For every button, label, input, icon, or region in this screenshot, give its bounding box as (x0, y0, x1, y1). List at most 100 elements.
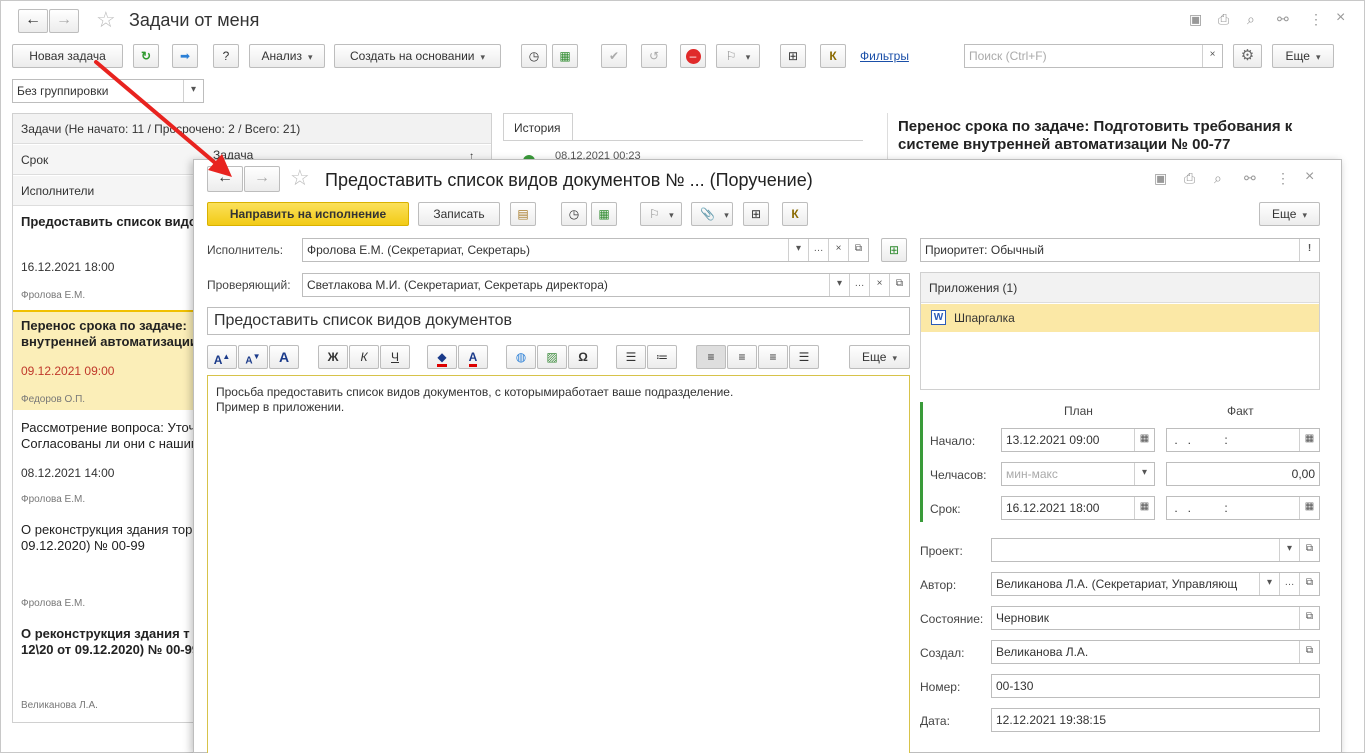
open-icon[interactable]: ⧉ (889, 274, 909, 296)
link-icon[interactable]: ⚯ (1244, 170, 1256, 187)
analysis-button[interactable]: Анализ (249, 44, 325, 68)
hours-fact-field[interactable]: 0,00 (1166, 462, 1320, 486)
tree-button[interactable]: ⊞ (780, 44, 806, 68)
font-increase-button[interactable]: A▲ (207, 345, 237, 369)
align-right-button[interactable]: ≡ (758, 345, 788, 369)
bullet-list-button[interactable]: ☰ (616, 345, 646, 369)
settings-button[interactable]: ⚙ (1233, 44, 1262, 68)
search-input[interactable]: Поиск (Ctrl+F) × (964, 44, 1223, 68)
refresh-button[interactable]: ↻ (133, 44, 159, 68)
chevron-down-icon[interactable]: ▾ (183, 80, 203, 102)
create-based-button[interactable]: Создать на основании (334, 44, 501, 68)
new-task-button[interactable]: Новая задача (12, 44, 123, 68)
execute-button[interactable]: ➡ (172, 44, 198, 68)
close-icon[interactable]: × (1305, 168, 1314, 186)
insert-symbol-button[interactable]: Ω (568, 345, 598, 369)
editor-more-button[interactable]: Еще (849, 345, 910, 369)
send-to-execution-button[interactable]: Направить на исполнение (207, 202, 409, 226)
list-item[interactable]: Рассмотрение вопроса: Уточнить Согласова… (13, 412, 195, 512)
open-icon[interactable]: ⧉ (1299, 539, 1319, 561)
more-button[interactable]: Еще (1272, 44, 1334, 68)
menu-dots-icon[interactable]: ⋮ (1309, 11, 1323, 28)
author-field[interactable]: Великанова Л.А. (Секретариат, Управляющ … (991, 572, 1320, 596)
select-icon[interactable]: … (1279, 573, 1299, 595)
help-button[interactable]: ? (213, 44, 239, 68)
italic-button[interactable]: К (349, 345, 379, 369)
list-item-selected[interactable]: Перенос срока по задаче: внутренней авто… (13, 310, 195, 410)
dialog-back-button[interactable]: ← (207, 166, 243, 192)
insert-image-button[interactable]: ▨ (537, 345, 567, 369)
align-center-button[interactable]: ≡ (727, 345, 757, 369)
save-icon[interactable]: ▣ (1189, 11, 1202, 28)
dialog-forward-button[interactable]: → (244, 166, 280, 192)
return-button[interactable]: ↺ (641, 44, 667, 68)
select-icon[interactable]: … (849, 274, 869, 296)
reviewer-field[interactable]: Светлакова М.И. (Секретариат, Секретарь … (302, 273, 910, 297)
addressbook-button[interactable]: ▤ (510, 202, 536, 226)
menu-dots-icon[interactable]: ⋮ (1276, 170, 1290, 187)
underline-button[interactable]: Ч (380, 345, 410, 369)
clear-search-icon[interactable]: × (1202, 45, 1222, 67)
priority-field[interactable]: Приоритет: Обычный ! (920, 238, 1320, 262)
chevron-down-icon[interactable]: ▾ (1259, 573, 1279, 595)
open-icon[interactable]: ⧉ (1299, 641, 1319, 663)
attachment-item[interactable]: W Шпаргалка (921, 304, 1319, 332)
start-plan-field[interactable]: 13.12.2021 09:00 ▦ (1001, 428, 1155, 452)
chevron-down-icon[interactable]: ▾ (788, 239, 808, 261)
k-button[interactable]: К (820, 44, 846, 68)
performer-field[interactable]: Фролова Е.М. (Секретариат, Секретарь) ▾ … (302, 238, 869, 262)
stop-button[interactable]: – (680, 44, 706, 68)
favorite-star-icon[interactable]: ☆ (96, 7, 116, 33)
align-left-button[interactable]: ≡ (696, 345, 726, 369)
calendar-icon[interactable]: ▦ (1299, 497, 1319, 519)
link-icon[interactable]: ⚯ (1277, 11, 1289, 28)
grouping-select[interactable]: Без группировки ▾ (12, 79, 204, 103)
flag-button[interactable]: ⚐ (640, 202, 682, 226)
open-icon[interactable]: ⧉ (1299, 607, 1319, 629)
align-justify-button[interactable]: ☰ (789, 345, 819, 369)
font-button[interactable]: A (269, 345, 299, 369)
subject-input[interactable]: Предоставить список видов документов (207, 307, 910, 335)
hours-plan-field[interactable]: мин-макс ▾ (1001, 462, 1155, 486)
clock-button[interactable]: ◷ (561, 202, 587, 226)
excel-button[interactable]: ▦ (552, 44, 578, 68)
due-fact-field[interactable]: . . : ▦ (1166, 496, 1320, 520)
calendar-icon[interactable]: ▦ (1299, 429, 1319, 451)
back-button[interactable]: ← (18, 9, 48, 33)
calendar-icon[interactable]: ▦ (1134, 429, 1154, 451)
chevron-down-icon[interactable]: ▾ (1134, 463, 1154, 485)
insert-link-button[interactable]: ◍ (506, 345, 536, 369)
number-field[interactable]: 00-130 (991, 674, 1320, 698)
list-item[interactable]: Предоставить список видов документов 16.… (13, 206, 195, 306)
add-performer-button[interactable]: ⊞ (881, 238, 907, 262)
chevron-down-icon[interactable]: ▾ (829, 274, 849, 296)
attach-button[interactable]: 📎 (691, 202, 733, 226)
favorite-star-icon[interactable]: ☆ (290, 165, 310, 191)
clear-icon[interactable]: × (869, 274, 889, 296)
list-item[interactable]: О реконструкция здания торгового 09.12.2… (13, 514, 195, 614)
date-field[interactable]: 12.12.2021 19:38:15 (991, 708, 1320, 732)
close-icon[interactable]: × (1336, 9, 1345, 27)
tree-button[interactable]: ⊞ (743, 202, 769, 226)
list-item[interactable]: О реконструкция здания т 12\20 от 09.12.… (13, 618, 195, 718)
select-icon[interactable]: … (808, 239, 828, 261)
print-icon[interactable]: ⎙ (1218, 11, 1229, 28)
fill-color-button[interactable]: ◆ (427, 345, 457, 369)
excel-button[interactable]: ▦ (591, 202, 617, 226)
k-button[interactable]: К (782, 202, 808, 226)
text-color-button[interactable]: A (458, 345, 488, 369)
bold-button[interactable]: Ж (318, 345, 348, 369)
exclamation-icon[interactable]: ! (1299, 239, 1319, 261)
preview-icon[interactable]: ⌕ (1214, 170, 1222, 187)
dialog-more-button[interactable]: Еще (1259, 202, 1320, 226)
project-field[interactable]: ▾ ⧉ (991, 538, 1320, 562)
save-icon[interactable]: ▣ (1154, 170, 1167, 187)
numbered-list-button[interactable]: ≔ (647, 345, 677, 369)
chevron-down-icon[interactable]: ▾ (1279, 539, 1299, 561)
calendar-icon[interactable]: ▦ (1134, 497, 1154, 519)
filters-link[interactable]: Фильтры (860, 49, 909, 63)
preview-icon[interactable]: ⌕ (1247, 11, 1255, 28)
clock-button[interactable]: ◷ (521, 44, 547, 68)
text-editor[interactable]: Просьба предоставить список видов докуме… (207, 375, 910, 753)
print-icon[interactable]: ⎙ (1184, 170, 1195, 187)
